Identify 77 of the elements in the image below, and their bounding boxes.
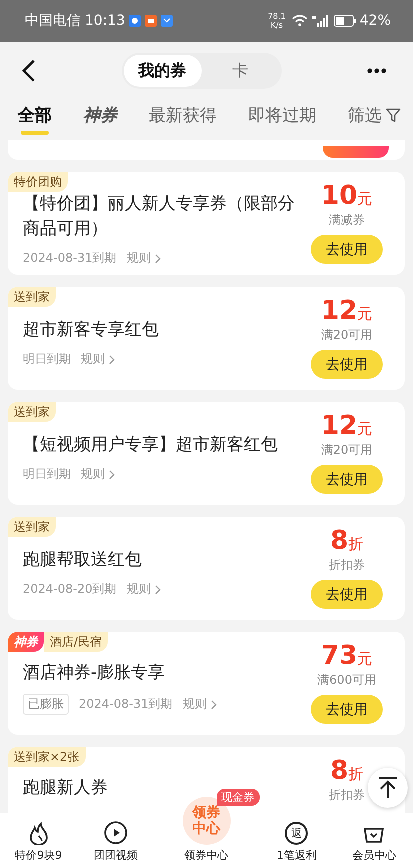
rebate-icon: 返 <box>285 822 308 845</box>
coupon-tag: 特价团购 <box>8 172 68 192</box>
use-button[interactable]: 去使用 <box>311 350 383 379</box>
coupon-tag: 送到家 <box>8 287 56 307</box>
app-notification-icon <box>145 15 158 27</box>
expiry-date: 明日到期 <box>23 466 71 483</box>
coupon-amount: 8 <box>330 757 349 785</box>
amount-unit: 元 <box>358 420 373 439</box>
status-badge: 已膨胀 <box>23 694 69 715</box>
amount-unit: 元 <box>358 305 373 324</box>
coupon-title: 跑腿帮取送红包 <box>23 549 142 572</box>
speed-unit: K/s <box>270 21 284 30</box>
expiry-date: 明日到期 <box>23 351 71 368</box>
tab[interactable]: 全部 <box>16 100 54 137</box>
back-icon <box>22 60 36 82</box>
tab[interactable]: 即将过期 <box>246 100 318 137</box>
wifi-icon <box>292 15 308 27</box>
expiry-date: 2024-08-20到期 <box>23 581 117 598</box>
coupon-condition: 折扣券 <box>329 557 365 574</box>
coupon-condition: 满20可用 <box>321 327 373 344</box>
tab[interactable]: 神券 <box>82 100 120 137</box>
clock-time: 10:13 <box>85 13 126 29</box>
funnel-icon <box>386 108 401 123</box>
amount-unit: 折 <box>348 535 364 554</box>
chevron-right-icon <box>154 584 161 594</box>
nav-item[interactable]: 会员中心 <box>336 821 413 863</box>
amount-unit: 折 <box>348 765 364 784</box>
play-icon <box>104 821 128 845</box>
tab[interactable]: 最新获得 <box>147 100 219 137</box>
app-notification-icon <box>129 15 142 27</box>
coupon-tag: 送到家 <box>8 402 56 422</box>
coupon-condition: 满600可用 <box>318 672 376 689</box>
expiry-date: 2024-08-31到期 <box>79 696 173 713</box>
chevron-right-icon <box>109 354 115 364</box>
coupon-condition: 折扣券 <box>329 787 365 804</box>
coupon-amount: 8 <box>330 527 349 555</box>
coupon-title: 酒店神券-膨胀专享 <box>23 662 166 685</box>
coupon-title: 【特价团】丽人新人专享券（限部分商品可用） <box>23 193 296 241</box>
coupon-amount: 73 <box>321 642 358 670</box>
coupon-title: 跑腿新人券 <box>23 777 108 800</box>
chevron-right-icon <box>210 700 217 710</box>
more-icon <box>367 68 387 74</box>
segment-tab[interactable]: 卡 <box>202 55 280 87</box>
coupon-amount: 12 <box>321 297 358 325</box>
use-button[interactable]: 去使用 <box>311 695 383 724</box>
coupon-title: 超市新客专享红包 <box>23 319 159 342</box>
coupon-condition: 满减券 <box>329 212 365 229</box>
coupon-tag: 酒店/民宿 <box>44 632 108 652</box>
signal-icon <box>312 15 330 27</box>
use-button[interactable]: 去使用 <box>311 235 383 264</box>
use-button[interactable]: 去使用 <box>311 580 383 609</box>
nav-item[interactable]: 团团视频 <box>77 821 155 863</box>
use-button[interactable] <box>323 146 389 158</box>
arrow-up-icon <box>378 777 398 799</box>
use-button[interactable]: 去使用 <box>311 465 383 494</box>
app-notification-icon <box>161 15 174 27</box>
nav-item[interactable]: 返 1笔返利 <box>258 822 336 863</box>
network-speed: 78.1 <box>268 12 286 21</box>
battery-icon <box>334 15 356 27</box>
coupon-amount: 10 <box>321 182 358 210</box>
tab-underline <box>21 131 49 135</box>
coupon-amount: 12 <box>321 412 358 440</box>
coupon-tag: 送到家×2张 <box>8 747 86 767</box>
coupon-tag: 神券 <box>8 632 44 652</box>
amount-unit: 元 <box>358 190 373 209</box>
amount-unit: 元 <box>358 650 373 669</box>
coupon-tag: 送到家 <box>8 517 56 537</box>
expiry-date: 2024-08-31到期 <box>23 250 117 267</box>
carrier-name: 中国电信 <box>25 12 81 30</box>
coupon-title: 【短视频用户专享】超市新客红包 <box>23 434 278 457</box>
nav-item[interactable]: 特价9块9 <box>0 821 78 863</box>
chevron-right-icon <box>154 254 161 264</box>
coupon-condition: 满20可用 <box>321 442 373 459</box>
filter-button[interactable]: 筛选 <box>346 100 403 137</box>
segment-tab[interactable]: 我的券 <box>124 55 202 87</box>
battery-percent: 42% <box>360 13 391 29</box>
chevron-right-icon <box>109 470 115 480</box>
